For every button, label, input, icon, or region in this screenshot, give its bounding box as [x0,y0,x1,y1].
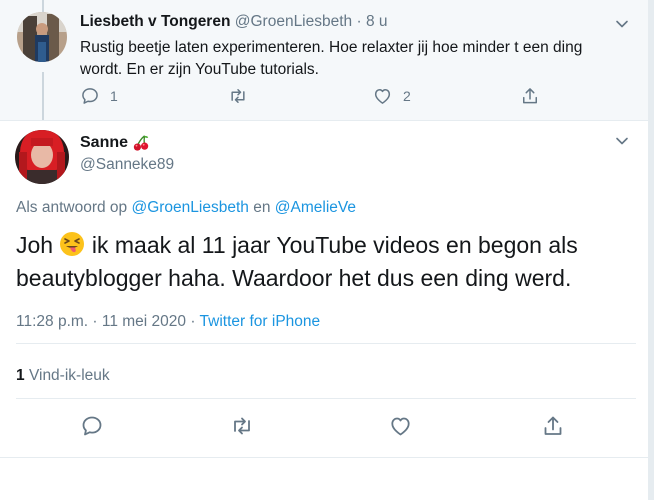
like-button[interactable]: 2 [372,86,411,106]
divider [16,343,636,344]
tweet-meta: 11:28 p.m. · 11 mei 2020 · Twitter for i… [16,313,320,331]
avatar[interactable] [15,130,69,184]
tweet-actions [0,414,648,442]
tweet-text: Joh ik maak al 11 jaar YouTube videos en… [16,229,636,295]
tweet-actions: 1 2 [80,86,550,108]
separator: · [356,13,362,30]
chevron-down-icon[interactable] [614,133,630,149]
retweet-icon [231,89,245,103]
tweet-text-part: ik maak al 11 jaar YouTube videos en beg… [16,232,578,291]
mention-link[interactable]: @GroenLiesbeth [131,199,248,216]
avatar-photo [15,130,69,184]
reply-prefix: Als antwoord op [16,199,128,216]
tweet-text-part: Joh [16,232,54,258]
avatar-photo [17,12,67,62]
cherries-icon [133,135,149,151]
divider [16,398,636,399]
tweet-text: Rustig beetje laten experimenteren. Hoe … [80,39,583,78]
window-edge [648,0,654,500]
thread-line [42,0,44,12]
chevron-down-icon[interactable] [614,16,630,32]
share-button[interactable] [541,414,565,438]
squinting-tongue-face-icon [60,232,85,256]
retweet-button[interactable] [228,86,248,106]
heart-icon [374,89,391,104]
separator: · [190,313,196,330]
share-icon [523,88,537,104]
share-button[interactable] [520,86,540,106]
likes-summary[interactable]: 1 Vind-ik-leuk [16,367,110,385]
user-handle[interactable]: @GroenLiesbeth [235,13,352,30]
replying-to: Als antwoord op @GroenLiesbeth en @Ameli… [16,199,356,217]
like-count: 2 [403,88,411,104]
reply-icon [82,88,98,104]
tweet-header: Liesbeth v Tongeren @GroenLiesbeth · 8 u [80,13,388,31]
reply-conjunction: en [253,199,271,216]
likes-label: Vind-ik-leuk [28,367,110,384]
heart-icon [391,417,410,436]
tweet-timestamp[interactable]: 11:28 p.m. · 11 mei 2020 [16,313,186,330]
display-name[interactable]: Liesbeth v Tongeren [80,13,230,30]
likes-count: 1 [16,367,25,384]
display-name-text: Sanne [80,134,129,151]
retweet-icon [234,417,250,435]
display-name[interactable]: Sanne [80,134,150,152]
retweet-button[interactable] [230,414,254,438]
reply-button[interactable] [80,414,104,438]
parent-tweet[interactable]: Liesbeth v Tongeren @GroenLiesbeth · 8 u… [0,0,648,121]
reply-button[interactable]: 1 [80,86,118,106]
reply-count: 1 [110,88,118,104]
reply-icon [82,416,102,436]
divider [0,457,648,458]
avatar[interactable] [17,12,67,62]
like-button[interactable] [388,414,413,438]
mention-link[interactable]: @AmelieVe [275,199,356,216]
tweet-time[interactable]: 8 u [366,13,388,30]
tweet-source[interactable]: Twitter for iPhone [200,313,321,330]
thread-line [42,72,44,120]
share-icon [544,416,562,435]
user-handle[interactable]: @Sanneke89 [80,156,174,174]
